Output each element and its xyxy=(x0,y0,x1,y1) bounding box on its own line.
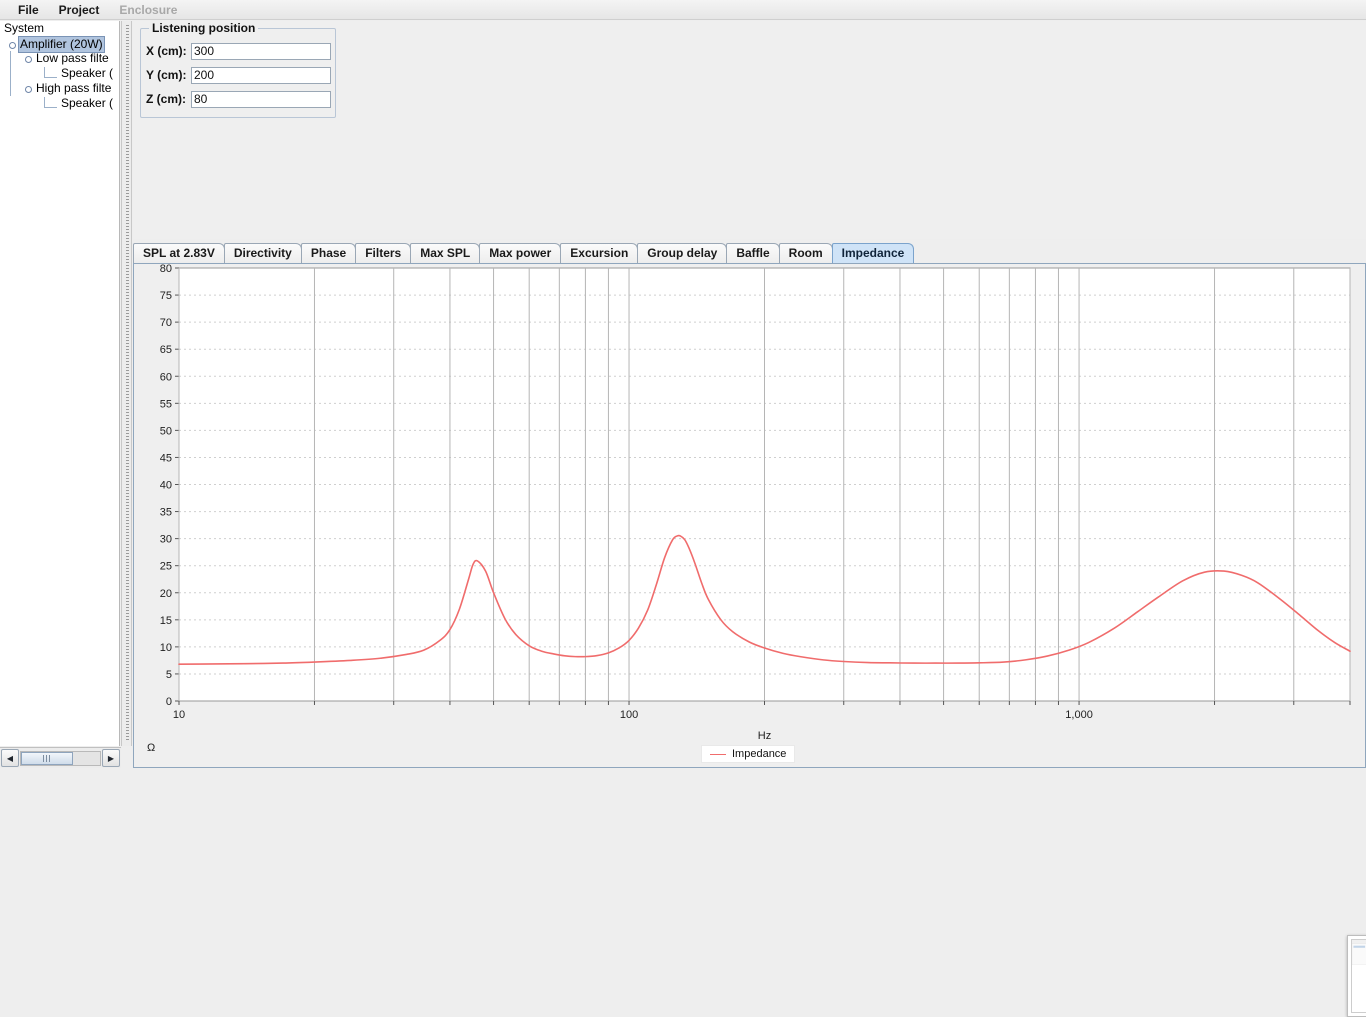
svg-text:20: 20 xyxy=(160,588,172,600)
y-axis-label: Ω xyxy=(147,742,155,754)
tree-horizontal-scrollbar[interactable]: ◀ ▶ xyxy=(0,747,121,768)
svg-text:1,000: 1,000 xyxy=(1065,709,1093,721)
tree-node-label: High pass filte xyxy=(34,81,113,96)
tab-label: Room xyxy=(789,246,823,260)
legend-line-icon xyxy=(710,754,726,755)
tree-elbow-icon xyxy=(44,67,57,78)
scroll-right-icon[interactable]: ▶ xyxy=(102,749,120,767)
tab-filters[interactable]: Filters xyxy=(355,243,411,263)
z-input[interactable] xyxy=(191,91,331,108)
tree-node-system[interactable]: System xyxy=(0,21,119,36)
scroll-left-icon[interactable]: ◀ xyxy=(1,749,19,767)
tab-label: Group delay xyxy=(647,246,717,260)
divider-grip-icon xyxy=(126,25,129,742)
tab-label: Excursion xyxy=(570,246,628,260)
system-tree-panel[interactable]: System Amplifier (20W) Low pass filte Sp… xyxy=(0,21,120,746)
window-thumbnail-preview[interactable] xyxy=(1347,935,1366,1017)
expand-toggle-icon[interactable] xyxy=(24,54,33,63)
expand-toggle-icon[interactable] xyxy=(24,84,33,93)
application-window: File Project Enclosure System Amplifier … xyxy=(0,0,1366,768)
svg-text:80: 80 xyxy=(160,264,172,275)
svg-text:10: 10 xyxy=(173,709,185,721)
svg-text:25: 25 xyxy=(160,561,172,573)
properties-panel: Listening position X (cm): Y (cm): Z (cm… xyxy=(133,21,1366,239)
svg-text:50: 50 xyxy=(160,425,172,437)
tab-label: Impedance xyxy=(842,246,905,260)
thumbnail-content xyxy=(1351,939,1366,1013)
chart-legend: Impedance xyxy=(701,745,795,763)
menu-item-file[interactable]: File xyxy=(8,1,49,19)
split-pane-divider[interactable] xyxy=(121,21,132,746)
tab-label: Directivity xyxy=(234,246,292,260)
svg-text:5: 5 xyxy=(166,669,172,681)
svg-text:70: 70 xyxy=(160,317,172,329)
tree-node-label: Speaker ( xyxy=(59,66,115,81)
tab-label: SPL at 2.83V xyxy=(143,246,215,260)
tree-node-amplifier[interactable]: Amplifier (20W) xyxy=(0,36,119,51)
tab-spl-at-2-83v[interactable]: SPL at 2.83V xyxy=(133,243,225,263)
tree-line xyxy=(10,51,11,66)
tree-node-speaker-1[interactable]: Speaker ( xyxy=(0,66,119,81)
menu-bar: File Project Enclosure xyxy=(0,0,1366,20)
listening-position-title: Listening position xyxy=(149,21,258,35)
impedance-plot: 0 5 10 15 20 25 30 35 40 45 50 55 60 65 70 75 80 10 100 1,0… xyxy=(134,264,1365,767)
tab-max-power[interactable]: Max power xyxy=(479,243,561,263)
tab-phase[interactable]: Phase xyxy=(301,243,356,263)
thumbnail-mini-chart xyxy=(1352,940,1366,1012)
svg-text:15: 15 xyxy=(160,615,172,627)
tab-baffle[interactable]: Baffle xyxy=(726,243,779,263)
tree-node-label: Low pass filte xyxy=(34,51,111,66)
expand-toggle-icon[interactable] xyxy=(8,40,17,49)
tree-node-label: Speaker ( xyxy=(59,96,115,111)
field-row-x: X (cm): xyxy=(146,42,331,60)
impedance-chart-panel: 0 5 10 15 20 25 30 35 40 45 50 55 60 65 70 75 80 10 100 1,0… xyxy=(133,263,1366,768)
tree-node-high-pass-filter[interactable]: High pass filte xyxy=(0,81,119,96)
svg-text:100: 100 xyxy=(620,709,638,721)
svg-text:40: 40 xyxy=(160,480,172,492)
y-field-label: Y (cm): xyxy=(146,68,191,82)
x-field-label: X (cm): xyxy=(146,44,191,58)
tree-elbow-icon xyxy=(44,97,57,108)
tab-label: Phase xyxy=(311,246,346,260)
legend-label-impedance: Impedance xyxy=(732,748,786,760)
tab-impedance[interactable]: Impedance xyxy=(832,243,915,263)
scrollbar-thumb[interactable] xyxy=(21,752,73,765)
chart-tab-bar[interactable]: SPL at 2.83V Directivity Phase Filters Max S… xyxy=(133,243,1366,264)
x-input[interactable] xyxy=(191,43,331,60)
tree-node-label: System xyxy=(2,21,46,36)
scrollbar-track[interactable] xyxy=(20,751,101,766)
menu-item-enclosure: Enclosure xyxy=(109,1,187,19)
tab-max-spl[interactable]: Max SPL xyxy=(410,243,480,263)
tab-excursion[interactable]: Excursion xyxy=(560,243,638,263)
listening-position-group: Listening position X (cm): Y (cm): Z (cm… xyxy=(140,28,336,118)
tab-group-delay[interactable]: Group delay xyxy=(637,243,727,263)
tab-label: Max SPL xyxy=(420,246,470,260)
field-row-y: Y (cm): xyxy=(146,66,331,84)
scrollbar-grip-icon xyxy=(43,755,52,762)
svg-text:30: 30 xyxy=(160,534,172,546)
tree-line xyxy=(10,81,11,96)
svg-text:65: 65 xyxy=(160,344,172,356)
svg-text:75: 75 xyxy=(160,290,172,302)
tree-node-low-pass-filter[interactable]: Low pass filte xyxy=(0,51,119,66)
tree-node-speaker-2[interactable]: Speaker ( xyxy=(0,96,119,111)
tab-label: Baffle xyxy=(736,246,769,260)
svg-text:Hz: Hz xyxy=(758,730,771,742)
svg-text:10: 10 xyxy=(160,642,172,654)
y-input[interactable] xyxy=(191,67,331,84)
svg-text:60: 60 xyxy=(160,371,172,383)
tab-room[interactable]: Room xyxy=(779,243,833,263)
menu-item-project[interactable]: Project xyxy=(49,1,110,19)
z-field-label: Z (cm): xyxy=(146,92,191,106)
tab-directivity[interactable]: Directivity xyxy=(224,243,302,263)
field-row-z: Z (cm): xyxy=(146,90,331,108)
tab-label: Max power xyxy=(489,246,551,260)
svg-text:35: 35 xyxy=(160,507,172,519)
svg-text:0: 0 xyxy=(166,696,172,708)
svg-text:45: 45 xyxy=(160,452,172,464)
tab-label: Filters xyxy=(365,246,401,260)
svg-text:55: 55 xyxy=(160,398,172,410)
tree-line xyxy=(10,66,11,81)
